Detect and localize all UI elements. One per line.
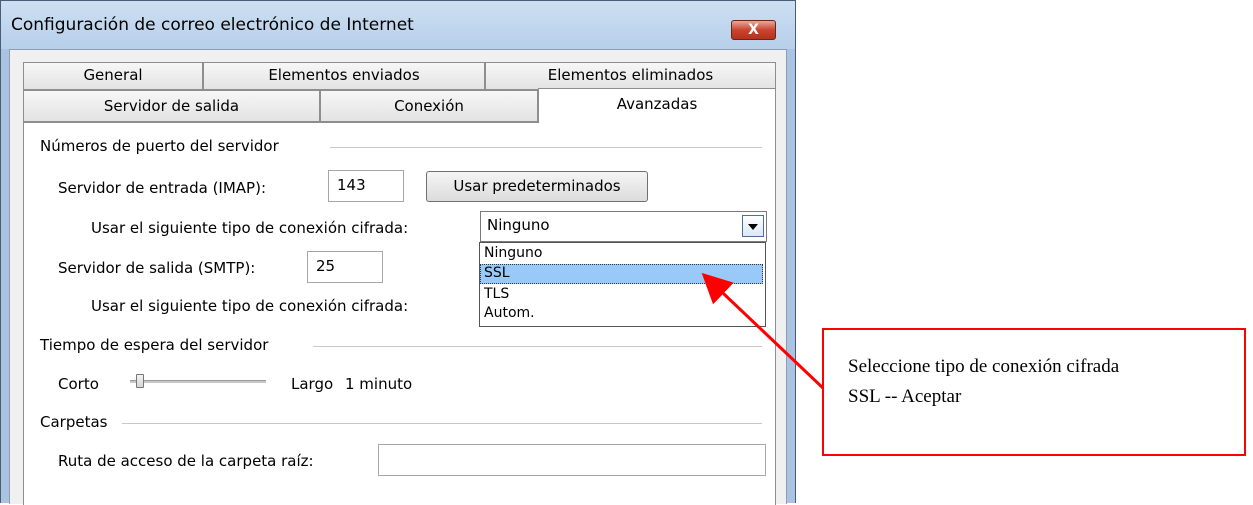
- tab-avanzadas[interactable]: Avanzadas: [538, 88, 776, 123]
- tab-label: Elementos enviados: [268, 66, 420, 84]
- tab-panel-avanzadas: Números de puerto del servidor Servidor …: [23, 122, 776, 505]
- tab-label: General: [83, 66, 143, 84]
- group-divider: [330, 147, 762, 148]
- dropdown-option-tls[interactable]: TLS: [480, 285, 763, 305]
- chevron-down-icon[interactable]: [742, 215, 764, 237]
- close-button[interactable]: X: [731, 20, 776, 40]
- incoming-port-value: 143: [337, 176, 366, 194]
- outgoing-server-label: Servidor de salida (SMTP):: [58, 259, 256, 277]
- tab-general[interactable]: General: [23, 62, 203, 90]
- annotation-text: Seleccione tipo de conexión cifrada SSL …: [848, 352, 1228, 412]
- timeout-short-label: Corto: [58, 375, 99, 393]
- window-title: Configuración de correo electrónico de I…: [11, 15, 414, 35]
- timeout-value: 1 minuto: [345, 375, 413, 393]
- group-label-ports: Números de puerto del servidor: [40, 137, 279, 155]
- dropdown-option-ssl[interactable]: SSL: [480, 264, 763, 284]
- tab-servidor-de-salida[interactable]: Servidor de salida: [23, 90, 320, 122]
- outgoing-encryption-label: Usar el siguiente tipo de conexión cifra…: [91, 297, 409, 315]
- incoming-encryption-value: Ninguno: [487, 216, 550, 234]
- title-bar: Configuración de correo electrónico de I…: [1, 1, 795, 49]
- annotation-callout: Seleccione tipo de conexión cifrada SSL …: [822, 328, 1246, 456]
- use-defaults-button[interactable]: Usar predeterminados: [426, 171, 648, 202]
- tab-elementos-eliminados[interactable]: Elementos eliminados: [485, 62, 776, 90]
- encryption-dropdown-list: Ninguno SSL TLS Autom.: [479, 242, 766, 327]
- annotation-line-2: SSL -- Aceptar: [848, 386, 962, 407]
- incoming-encryption-select[interactable]: Ninguno: [480, 211, 767, 242]
- incoming-server-label: Servidor de entrada (IMAP):: [58, 179, 267, 197]
- group-divider: [313, 346, 762, 347]
- dialog-window: Configuración de correo electrónico de I…: [0, 0, 796, 505]
- tab-label: Servidor de salida: [103, 97, 240, 115]
- incoming-port-field[interactable]: 143: [328, 170, 404, 202]
- group-label-folders: Carpetas: [40, 413, 108, 431]
- group-divider: [122, 423, 762, 424]
- outgoing-port-value: 25: [316, 257, 336, 275]
- tab-label: Avanzadas: [616, 95, 698, 113]
- timeout-slider-track[interactable]: [130, 380, 266, 383]
- tab-elementos-enviados[interactable]: Elementos enviados: [203, 62, 485, 90]
- tab-label: Conexión: [394, 97, 464, 115]
- group-label-timeout: Tiempo de espera del servidor: [40, 336, 269, 354]
- close-icon: X: [748, 22, 759, 38]
- root-folder-field[interactable]: [378, 444, 766, 476]
- outgoing-port-field[interactable]: 25: [307, 251, 383, 283]
- dialog-client-area: General Elementos enviados Elementos eli…: [9, 49, 787, 505]
- tab-conexion[interactable]: Conexión: [320, 90, 538, 122]
- dropdown-option-autom[interactable]: Autom.: [480, 304, 763, 324]
- dropdown-option-ninguno[interactable]: Ninguno: [480, 244, 763, 264]
- timeout-slider-thumb[interactable]: [136, 374, 144, 388]
- annotation-line-1: Seleccione tipo de conexión cifrada: [848, 356, 1120, 377]
- tab-label: Elementos eliminados: [547, 66, 714, 84]
- incoming-encryption-label: Usar el siguiente tipo de conexión cifra…: [91, 219, 409, 237]
- timeout-long-label: Largo: [291, 375, 334, 393]
- use-defaults-label: Usar predeterminados: [453, 177, 621, 195]
- root-folder-label: Ruta de acceso de la carpeta raíz:: [58, 452, 314, 470]
